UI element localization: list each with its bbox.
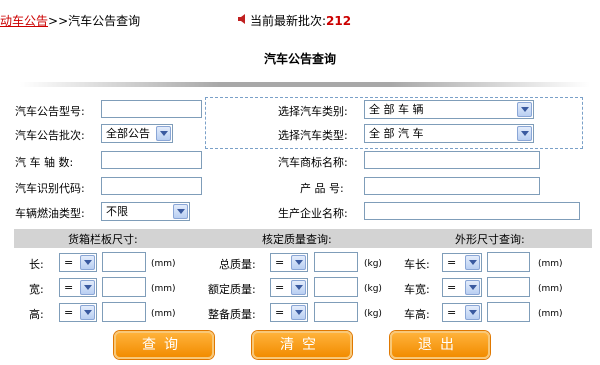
- chevron-down-icon[interactable]: [80, 255, 95, 270]
- unit-kg: (kg): [364, 259, 382, 269]
- category-label: 选择汽车类别:: [278, 105, 348, 118]
- mass-section-title: 核定质量查询:: [262, 233, 332, 246]
- cargo-section-title: 货箱栏板尺寸:: [68, 233, 138, 246]
- chevron-down-icon[interactable]: [517, 126, 532, 141]
- breadcrumb-current: >>汽车公告查询: [48, 14, 141, 28]
- batch-select-value: 全部公告: [106, 127, 150, 140]
- category-select-value: 全 部 车 辆: [369, 103, 424, 116]
- page-title: 汽车公告查询: [263, 52, 336, 66]
- type-select[interactable]: 全 部 汽 车: [364, 124, 534, 143]
- operator-value: =: [64, 306, 74, 319]
- chevron-down-icon[interactable]: [156, 126, 171, 141]
- vehicle-width-label: 车宽:: [404, 283, 430, 296]
- divider: [20, 82, 590, 87]
- vehicle-length-input[interactable]: [487, 252, 530, 272]
- total-mass-label: 总质量:: [219, 258, 256, 271]
- brand-input[interactable]: [364, 151, 540, 169]
- chevron-down-icon[interactable]: [291, 280, 306, 295]
- unit-mm: (mm): [151, 259, 176, 269]
- curb-mass-operator[interactable]: =: [270, 303, 308, 322]
- cargo-height-label: 高:: [29, 308, 44, 321]
- chevron-down-icon[interactable]: [517, 102, 532, 117]
- latest-batch-number: 212: [326, 14, 352, 28]
- unit-kg: (kg): [364, 284, 382, 294]
- operator-value: =: [275, 306, 285, 319]
- vehicle-width-operator[interactable]: =: [442, 278, 482, 297]
- cargo-length-label: 长:: [29, 258, 44, 271]
- maker-label: 生产企业名称:: [278, 207, 348, 220]
- category-select[interactable]: 全 部 车 辆: [364, 100, 534, 119]
- axle-label: 汽 车 轴 数:: [15, 156, 74, 169]
- operator-value: =: [275, 256, 285, 269]
- clear-button[interactable]: 清空: [252, 331, 352, 359]
- cargo-width-label: 宽:: [29, 283, 44, 296]
- unit-mm: (mm): [538, 259, 563, 269]
- batch-label: 汽车公告批次:: [15, 129, 85, 142]
- vehicle-height-input[interactable]: [487, 302, 530, 322]
- unit-mm: (mm): [151, 309, 176, 319]
- vehicle-height-label: 车高:: [404, 308, 430, 321]
- chevron-down-icon[interactable]: [465, 255, 480, 270]
- axle-input[interactable]: [101, 151, 202, 169]
- latest-batch-label: 当前最新批次:: [250, 14, 327, 28]
- chevron-down-icon[interactable]: [465, 305, 480, 320]
- outline-section-title: 外形尺寸查询:: [455, 233, 525, 246]
- unit-mm: (mm): [151, 284, 176, 294]
- fuel-select-value: 不限: [106, 205, 128, 218]
- type-label: 选择汽车类型:: [278, 129, 348, 142]
- operator-value: =: [64, 256, 74, 269]
- brand-label: 汽车商标名称:: [278, 156, 348, 169]
- cargo-length-input[interactable]: [102, 252, 146, 272]
- chevron-down-icon[interactable]: [291, 255, 306, 270]
- vin-input[interactable]: [101, 177, 202, 195]
- type-select-value: 全 部 汽 车: [369, 127, 424, 140]
- rated-mass-label: 额定质量:: [208, 283, 256, 296]
- unit-mm: (mm): [538, 309, 563, 319]
- chevron-down-icon[interactable]: [80, 280, 95, 295]
- vehicle-length-operator[interactable]: =: [442, 253, 482, 272]
- speaker-icon: [238, 14, 245, 24]
- query-button[interactable]: 查询: [114, 331, 214, 359]
- operator-value: =: [447, 256, 457, 269]
- breadcrumb: 动车公告>>汽车公告查询: [0, 12, 140, 29]
- unit-mm: (mm): [538, 284, 563, 294]
- cargo-height-operator[interactable]: =: [59, 303, 97, 322]
- operator-value: =: [275, 281, 285, 294]
- chevron-down-icon[interactable]: [173, 204, 188, 219]
- vin-label: 汽车识别代码:: [15, 182, 85, 195]
- maker-input[interactable]: [364, 202, 580, 220]
- cargo-length-operator[interactable]: =: [59, 253, 97, 272]
- batch-select[interactable]: 全部公告: [101, 124, 173, 143]
- chevron-down-icon[interactable]: [80, 305, 95, 320]
- latest-batch: 当前最新批次:212: [250, 12, 351, 29]
- operator-value: =: [64, 281, 74, 294]
- rated-mass-operator[interactable]: =: [270, 278, 308, 297]
- chevron-down-icon[interactable]: [465, 280, 480, 295]
- rated-mass-input[interactable]: [314, 277, 358, 297]
- cargo-width-input[interactable]: [102, 277, 146, 297]
- breadcrumb-link[interactable]: 动车公告: [0, 14, 48, 28]
- curb-mass-label: 整备质量:: [208, 308, 256, 321]
- unit-kg: (kg): [364, 309, 382, 319]
- exit-button[interactable]: 退出: [390, 331, 490, 359]
- fuel-select[interactable]: 不限: [101, 202, 190, 221]
- cargo-height-input[interactable]: [102, 302, 146, 322]
- product-input[interactable]: [364, 177, 540, 195]
- curb-mass-input[interactable]: [314, 302, 358, 322]
- operator-value: =: [447, 306, 457, 319]
- operator-value: =: [447, 281, 457, 294]
- total-mass-operator[interactable]: =: [270, 253, 308, 272]
- fuel-label: 车辆燃油类型:: [15, 207, 85, 220]
- cargo-width-operator[interactable]: =: [59, 278, 97, 297]
- model-label: 汽车公告型号:: [15, 105, 85, 118]
- chevron-down-icon[interactable]: [291, 305, 306, 320]
- product-label: 产 品 号:: [300, 182, 344, 195]
- vehicle-length-label: 车长:: [404, 258, 430, 271]
- vehicle-width-input[interactable]: [487, 277, 530, 297]
- total-mass-input[interactable]: [314, 252, 358, 272]
- model-input[interactable]: [101, 100, 202, 118]
- vehicle-height-operator[interactable]: =: [442, 303, 482, 322]
